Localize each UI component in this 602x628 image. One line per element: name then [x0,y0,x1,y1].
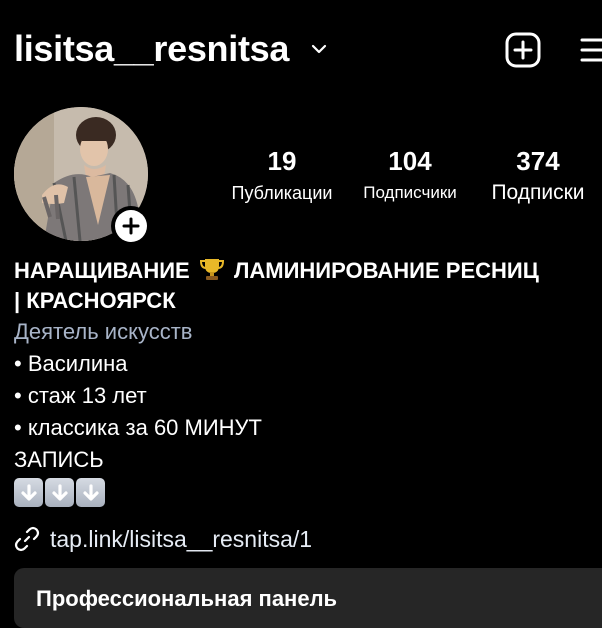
menu-icon[interactable] [580,36,602,64]
bio: НАРАЩИВАНИЕ ЛАМИНИРОВАНИЕ РЕСНИЦ | КРАСН… [14,256,602,507]
bio-line-1: • Василина [14,351,128,376]
posts-count[interactable]: 19 Публикации [222,146,342,204]
add-story-button[interactable] [111,206,151,246]
following-count[interactable]: 374 Подписки [478,146,598,205]
down-arrow-emoji [45,478,74,507]
professional-dashboard-label: Профессиональная панель [36,586,338,611]
following-value: 374 [516,146,560,176]
profile-category[interactable]: Деятель искусств [14,316,602,348]
following-label: Подписки [491,181,585,204]
followers-label: Подписчики [363,183,457,202]
down-arrow-emoji [76,478,105,507]
profile-name: НАРАЩИВАНИЕ ЛАМИНИРОВАНИЕ РЕСНИЦ [14,256,602,286]
profile-name-line2: | КРАСНОЯРСК [14,288,176,313]
username[interactable]: lisitsa__resnitsa [14,28,289,70]
bio-line-2: • стаж 13 лет [14,383,147,408]
followers-value: 104 [388,146,432,176]
bio-line-3: • классика за 60 МИНУТ [14,415,262,440]
link-icon [14,526,40,552]
bio-link[interactable]: tap.link/lisitsa__resnitsa/1 [14,524,312,554]
profile-header: lisitsa__resnitsa [0,0,602,100]
professional-dashboard[interactable]: Профессиональная панель [14,568,602,628]
add-post-icon[interactable] [505,32,541,68]
posts-value: 19 [267,146,297,176]
chevron-down-icon[interactable] [310,40,328,58]
bio-cta: ЗАПИСЬ [14,447,104,472]
profile-name-part1: НАРАЩИВАНИЕ [14,258,190,283]
plus-icon [122,217,140,235]
posts-label: Публикации [231,183,333,203]
down-arrow-emoji [14,478,43,507]
followers-count[interactable]: 104 Подписчики [350,146,470,203]
trophy-emoji [199,259,224,280]
profile-name-part2: ЛАМИНИРОВАНИЕ РЕСНИЦ [233,258,539,283]
link-text[interactable]: tap.link/lisitsa__resnitsa/1 [50,526,312,553]
down-arrows [14,478,602,507]
